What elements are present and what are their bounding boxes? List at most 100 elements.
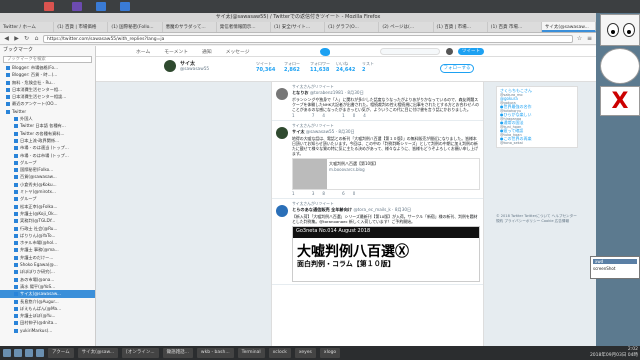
screenshot-window[interactable]: xwd screenShot <box>590 256 640 279</box>
sidebar-header[interactable]: ブックマーク <box>0 46 95 55</box>
tab-active[interactable]: サイ太(@sawasaw... <box>541 22 597 32</box>
stat-following[interactable]: フォロー 2,862 <box>284 61 300 73</box>
bookmark-item[interactable]: 日本上流-政界関係... <box>0 137 95 144</box>
tweet-author[interactable]: となりお <box>292 90 309 95</box>
app-icon-purple[interactable] <box>72 2 82 11</box>
bookmark-item[interactable]: Blogger: 市場価格(Fo... <box>0 64 95 71</box>
forward-icon[interactable]: ▶ <box>13 35 20 42</box>
back-icon[interactable]: ◀ <box>3 35 10 42</box>
tweet-avatar[interactable] <box>276 88 288 100</box>
bookmark-item[interactable]: 清水 陽平(@YoS... <box>0 283 95 290</box>
follow-button[interactable]: フォローする <box>440 64 474 73</box>
bookmark-item[interactable]: 市場 - のは市場 (トップ... <box>0 152 95 159</box>
tab[interactable]: 発信者情報開示... <box>217 22 271 32</box>
tweet[interactable]: サイ太さんがリツイート サイ太 @sawasaw55 · 8月30日 地得の大嘘… <box>272 121 483 199</box>
bookmark-item[interactable]: 日本消費生活センター相談... <box>0 93 95 100</box>
taskbar-item[interactable]: アクーム <box>48 348 74 358</box>
start-menu-icon[interactable] <box>3 349 11 357</box>
nav-home[interactable]: ホーム <box>136 48 150 55</box>
launcher-icon[interactable] <box>25 349 33 357</box>
bookmark-item[interactable]: Shoko Egawa(@... <box>0 261 95 268</box>
bookmark-item[interactable]: 弁護士(@Koji_Ok... <box>0 210 95 217</box>
bookmark-item[interactable]: 外国人 <box>0 115 95 122</box>
tab[interactable]: (1) 国際秘密(Follo... <box>108 22 163 32</box>
clock[interactable]: 2:02 2018年09月03日 04時 <box>590 347 638 359</box>
taskbar-item[interactable]: 鋤語雑話... <box>162 348 193 358</box>
nav-messages[interactable]: メッセージ <box>226 48 250 55</box>
taskbar-item[interactable]: wkb - bash... <box>196 348 234 358</box>
bookmark-item[interactable]: 最近のアンケート(OO... <box>0 100 95 107</box>
stat-likes[interactable]: いいね 24,642 <box>336 61 355 73</box>
tweet-button[interactable]: ツイート <box>458 48 484 55</box>
taskbar-item[interactable]: xlogo <box>319 348 341 358</box>
bookmark-item[interactable]: 国際秘密(Folko... <box>0 166 95 173</box>
bookmark-item[interactable]: ホテル市場(@hol... <box>0 239 95 246</box>
bookmark-item[interactable]: 市場 - のは適当 (トップ... <box>0 144 95 151</box>
stat-lists[interactable]: リスト 2 <box>362 61 374 73</box>
stat-tweets[interactable]: ツイート 70,364 <box>256 61 275 73</box>
bookmark-item[interactable]: 弁護士 事務(@ma... <box>0 246 95 253</box>
tweet-actions[interactable]: 1 38 60 <box>292 191 480 196</box>
bookmark-item[interactable]: Twitter の各種有資料... <box>0 130 95 137</box>
nav-notifications[interactable]: 通知 <box>202 48 212 55</box>
bookmark-item[interactable]: 小倉秀夫(@Koku... <box>0 181 95 188</box>
taskbar-item[interactable]: Terminal <box>237 348 265 358</box>
tab[interactable]: (1) 安全/サイト... <box>271 22 326 32</box>
nav-moments[interactable]: モーメント <box>164 48 188 55</box>
bookmark-item[interactable]: グループ <box>0 159 95 166</box>
bookmark-item[interactable]: 田村伸子(@dnita... <box>0 319 95 326</box>
url-bar[interactable]: https://twitter.com/sawasaw55/with_repli… <box>43 34 573 43</box>
menu-icon[interactable]: ≡ <box>586 35 593 42</box>
reload-icon[interactable]: ↻ <box>23 35 30 42</box>
tab[interactable]: 悪魔のサラダって... <box>163 22 217 32</box>
taskbar-item[interactable]: xeyes <box>294 348 316 358</box>
tweet-author[interactable]: とらのあな通信販売 全年齢向け <box>292 207 352 212</box>
suggested-account[interactable]: ●この世界の再楽 @kono_sekai <box>500 137 574 146</box>
tweet-image[interactable]: Go3neta No.014 August 2018 大嘘判例八百選Ⓧ 面白判例… <box>292 226 480 282</box>
tab[interactable]: (1) 百貨 | 市場... <box>434 22 488 32</box>
bookmark-item[interactable]: サイ太(@sawasaw... <box>0 290 95 298</box>
bookmark-item[interactable]: Blogger: 百貨 - 時...(... <box>0 71 95 78</box>
profile-avatar[interactable] <box>164 60 176 72</box>
tab[interactable]: (1) 百貨 市場... <box>488 22 542 32</box>
tab[interactable]: (2) ページは(... <box>379 22 434 32</box>
app-icon-red[interactable] <box>44 2 54 11</box>
launcher-icon[interactable] <box>36 349 44 357</box>
tab[interactable]: (1) グラフ(O... <box>325 22 380 32</box>
tweet-actions[interactable]: 1 74 104 <box>292 113 480 118</box>
bookmark-item[interactable]: ぱりりん(@YaTo... <box>0 232 95 239</box>
bookmark-item[interactable]: yukiriMarkus(... <box>0 327 95 334</box>
bookmark-item[interactable]: 百貨(@sawasaw... <box>0 173 95 180</box>
tab[interactable]: (1) 百貨 | 市場価格 <box>54 22 109 32</box>
tweet-avatar[interactable] <box>276 127 288 139</box>
taskbar-item[interactable]: サイ太(@saw... <box>77 348 119 358</box>
stat-followers[interactable]: フォロワー 11,638 <box>310 61 330 73</box>
tweet[interactable]: サイ太さんがリツイート とらのあな通信販売 全年齢向け @tora_ec_mai… <box>272 199 483 285</box>
taskbar-item[interactable]: xclock <box>268 348 291 358</box>
bookmark-item[interactable]: 長島悠介(@Augur... <box>0 298 95 305</box>
bookmark-item[interactable]: 実務判(@TGLDY... <box>0 217 95 224</box>
own-avatar[interactable] <box>446 48 453 55</box>
bookmark-item[interactable]: 松本正幸(@Folka... <box>0 203 95 210</box>
link-card[interactable]: 大嘘判例八百選【第10版】 m.booovarcs.blog <box>292 158 480 190</box>
tweet[interactable]: サイ太さんがリツイート となりお @torabenz1981 · 8月30日 ボ… <box>272 82 483 121</box>
tab[interactable]: Twitter / ホーム <box>0 22 55 32</box>
bookmark-item[interactable]: Twitter 日本語 各種有... <box>0 122 95 129</box>
bookmark-item[interactable]: 行政士 社会(@Ru... <box>0 225 95 232</box>
bookmark-item[interactable]: ぼぼぼりか研究(... <box>0 268 95 275</box>
bookmark-item[interactable]: ぼえもんぱん(@Ma... <box>0 305 95 312</box>
bookmark-star-icon[interactable]: ☆ <box>576 35 583 42</box>
taskbar-item[interactable]: [オンライン... <box>122 348 159 358</box>
launcher-icon[interactable] <box>14 349 22 357</box>
bookmark-item[interactable]: グループ <box>0 195 95 202</box>
bookmark-item[interactable]: あの市場(@ana... <box>0 276 95 283</box>
bookmark-item[interactable]: Twitter <box>0 108 95 115</box>
tweet-author[interactable]: サイ太 <box>292 129 305 134</box>
app-icon-blue-2[interactable] <box>120 2 130 11</box>
tweet-avatar[interactable] <box>276 205 288 217</box>
bookmark-item[interactable]: 無料 - 危険会社 - Ru... <box>0 79 95 86</box>
home-icon[interactable]: ⌂ <box>33 35 40 42</box>
twitter-bird-icon[interactable] <box>320 48 330 56</box>
bookmark-item[interactable]: 弁護士ぼぼ(@Yu... <box>0 312 95 319</box>
bookmark-item[interactable]: 日本消費生活センター相... <box>0 86 95 93</box>
